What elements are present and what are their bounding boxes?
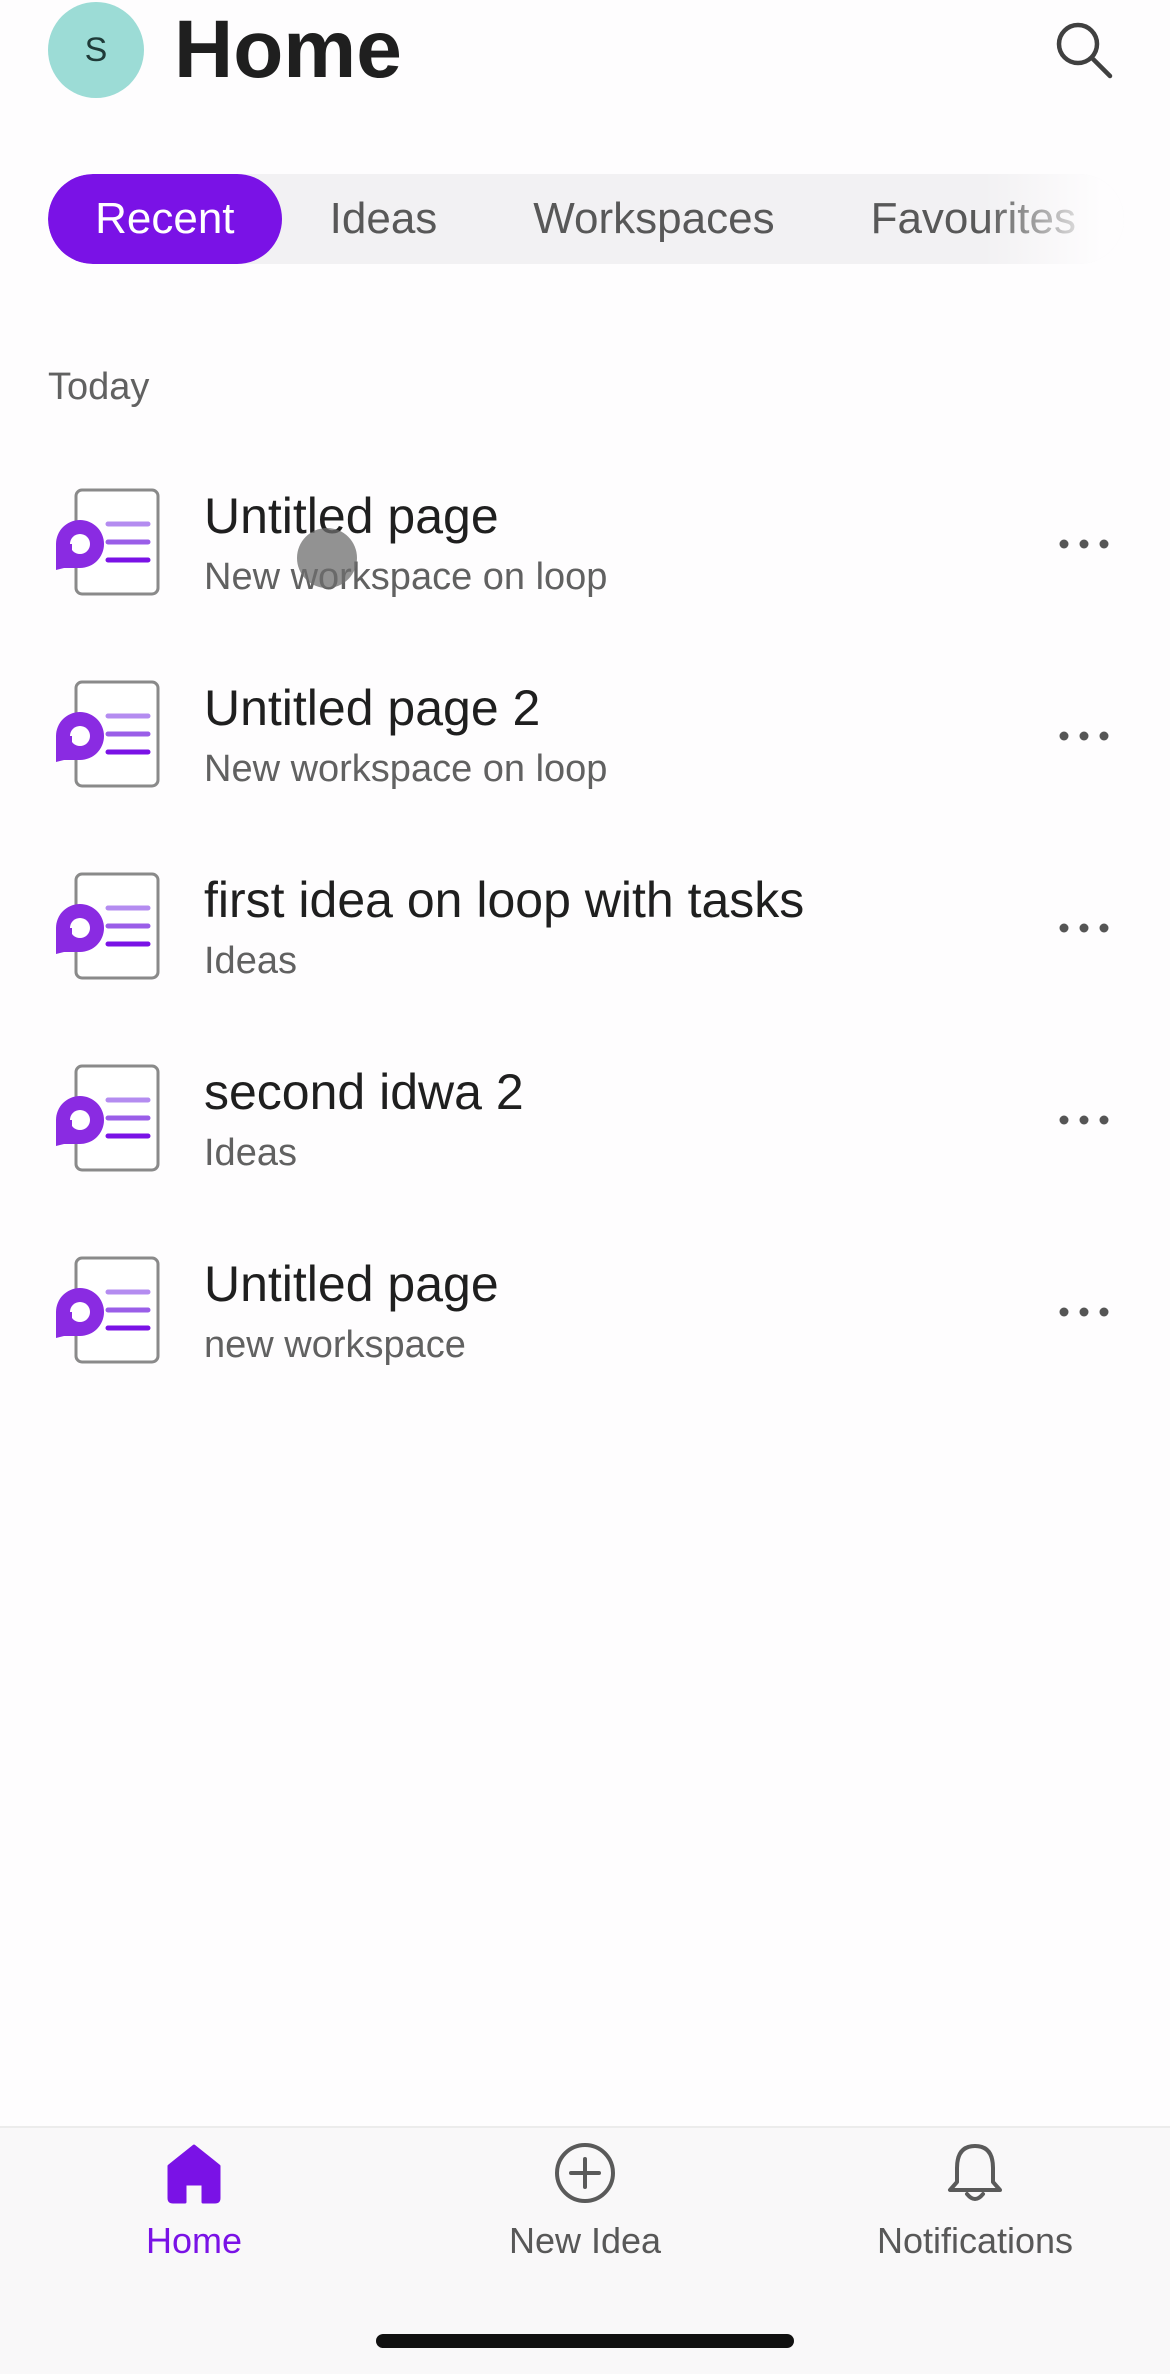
item-title: Untitled page bbox=[204, 1256, 499, 1312]
nav-new-idea[interactable]: New Idea bbox=[435, 2140, 735, 2280]
item-title: second idwa 2 bbox=[204, 1064, 524, 1120]
search-icon bbox=[1056, 22, 1113, 79]
tab-recent[interactable]: Recent bbox=[48, 174, 282, 264]
home-indicator[interactable] bbox=[376, 2334, 794, 2348]
nav-home-label: Home bbox=[145, 2220, 243, 2261]
home-screen: S Home Recent Ideas Workspaces Favourite… bbox=[0, 0, 1170, 2374]
list-item[interactable]: Untitled page 2 New workspace on loop bbox=[0, 658, 1170, 850]
item-subtitle: Ideas bbox=[204, 1132, 297, 1174]
list-item[interactable]: Untitled page New workspace on loop bbox=[0, 466, 1170, 658]
more-options-icon[interactable] bbox=[1056, 1092, 1112, 1148]
more-options-icon[interactable] bbox=[1056, 516, 1112, 572]
loop-page-icon bbox=[56, 680, 160, 788]
tab-ideas[interactable]: Ideas bbox=[282, 174, 486, 264]
loop-page-icon bbox=[56, 1064, 160, 1172]
section-label-today: Today bbox=[48, 366, 150, 408]
list-item[interactable]: second idwa 2 Ideas bbox=[0, 1042, 1170, 1234]
item-subtitle: New workspace on loop bbox=[204, 556, 608, 598]
tab-bar: Recent Ideas Workspaces Favourites bbox=[48, 174, 1124, 264]
touch-indicator bbox=[297, 528, 357, 588]
list-item[interactable]: first idea on loop with tasks Ideas bbox=[0, 850, 1170, 1042]
more-options-icon[interactable] bbox=[1056, 708, 1112, 764]
loop-page-icon bbox=[56, 872, 160, 980]
home-icon bbox=[167, 2144, 221, 2204]
nav-new-idea-label: New Idea bbox=[508, 2220, 662, 2261]
recent-list: Untitled page New workspace on loop Unti… bbox=[0, 466, 1170, 1426]
loop-page-icon bbox=[56, 488, 160, 596]
search-button[interactable] bbox=[1052, 18, 1116, 82]
item-subtitle: New workspace on loop bbox=[204, 748, 608, 790]
item-subtitle: new workspace bbox=[204, 1324, 466, 1366]
item-title: Untitled page bbox=[204, 488, 499, 544]
bell-icon bbox=[948, 2144, 1002, 2201]
more-options-icon[interactable] bbox=[1056, 1284, 1112, 1340]
nav-notifications-label: Notifications bbox=[876, 2220, 1074, 2261]
loop-page-icon bbox=[56, 1256, 160, 1364]
nav-home[interactable]: Home bbox=[44, 2140, 344, 2280]
item-title: Untitled page 2 bbox=[204, 680, 541, 736]
avatar[interactable]: S bbox=[48, 2, 144, 98]
tab-workspaces[interactable]: Workspaces bbox=[485, 174, 822, 264]
add-circle-icon bbox=[555, 2143, 615, 2203]
tab-favourites[interactable]: Favourites bbox=[823, 174, 1124, 264]
item-subtitle: Ideas bbox=[204, 940, 297, 982]
list-item[interactable]: Untitled page new workspace bbox=[0, 1234, 1170, 1426]
nav-notifications[interactable]: Notifications bbox=[825, 2140, 1125, 2280]
header: S Home bbox=[0, 0, 1170, 110]
page-title: Home bbox=[174, 4, 402, 95]
more-options-icon[interactable] bbox=[1056, 900, 1112, 956]
item-title: first idea on loop with tasks bbox=[204, 872, 805, 928]
